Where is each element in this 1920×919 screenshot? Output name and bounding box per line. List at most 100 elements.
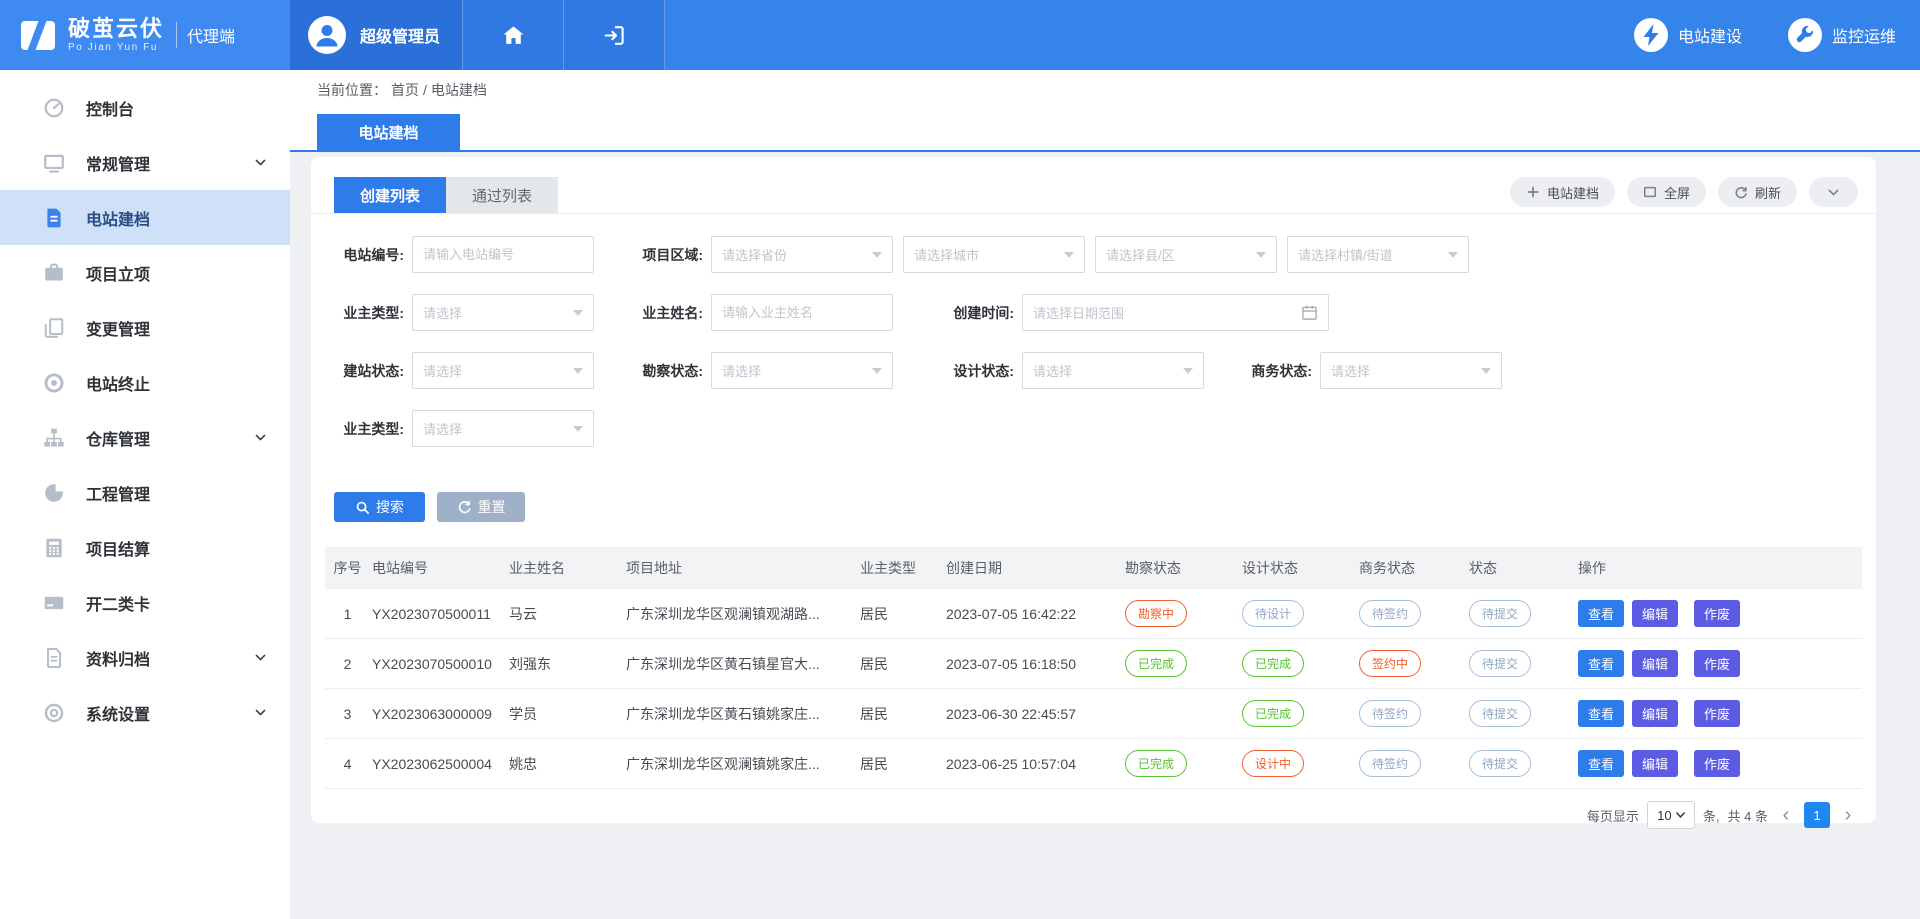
filter-business-status-select[interactable]: 请选择: [1320, 352, 1502, 389]
filter-town-select[interactable]: 请选择村镇/街道: [1287, 236, 1469, 273]
dropdown-arrow-icon: [1448, 252, 1458, 258]
filter-row: 业主类型:请选择: [338, 410, 1876, 447]
status-cell: 已完成: [1240, 700, 1357, 727]
filter-owner-name-input[interactable]: [711, 294, 893, 331]
filter-create-time-input[interactable]: 请选择日期范围: [1022, 294, 1329, 331]
void-button[interactable]: 作废: [1694, 700, 1740, 727]
filter-station-no-input[interactable]: [412, 236, 594, 273]
void-button[interactable]: 作废: [1694, 600, 1740, 627]
sidebar-item-station-archive[interactable]: 电站建档: [0, 190, 290, 245]
filter-group: 勘察状态:请选择: [637, 352, 893, 389]
edit-button[interactable]: 编辑: [1632, 650, 1678, 677]
filter-province-select[interactable]: 请选择省份: [711, 236, 893, 273]
table-cell: 2023-07-05 16:42:22: [944, 606, 1123, 622]
status-badge: 待设计: [1242, 600, 1304, 627]
sidebar-item-project-initiation[interactable]: 项目立项: [0, 245, 290, 300]
view-button[interactable]: 查看: [1578, 700, 1624, 727]
sidebar-item-change-management[interactable]: 变更管理: [0, 300, 290, 355]
filter-survey-status-select[interactable]: 请选择: [711, 352, 893, 389]
next-page-button[interactable]: ›: [1838, 802, 1858, 828]
status-badge: 勘察中: [1125, 600, 1187, 627]
refresh-icon: [1734, 185, 1748, 199]
fullscreen-button[interactable]: 全屏: [1627, 177, 1706, 207]
view-button[interactable]: 查看: [1578, 650, 1624, 677]
status-cell: 待设计: [1240, 600, 1357, 627]
user-menu[interactable]: 超级管理员: [290, 0, 462, 70]
sidebar-item-station-termination[interactable]: 电站终止: [0, 355, 290, 410]
filter-build-status-select[interactable]: 请选择: [412, 352, 594, 389]
sidebar-item-warehouse-management[interactable]: 仓库管理: [0, 410, 290, 465]
search-button[interactable]: 搜索: [334, 492, 425, 522]
filter-label: 建站状态:: [338, 361, 404, 381]
tab-passed-list[interactable]: 通过列表: [446, 177, 558, 213]
table-cell: 3: [325, 706, 370, 722]
monitor-icon: [42, 151, 66, 175]
page-number[interactable]: 1: [1804, 802, 1830, 828]
sidebar-item-project-settlement[interactable]: 项目结算: [0, 520, 290, 575]
sidebar-item-label: 资料归档: [86, 646, 254, 670]
per-page-label: 每页显示: [1587, 806, 1639, 825]
table-cell: 广东深圳龙华区黄石镇星官大...: [624, 654, 858, 674]
breadcrumb-home[interactable]: 首页: [391, 80, 419, 100]
status-badge: 已完成: [1125, 750, 1187, 777]
column-header: 电站编号: [370, 558, 507, 578]
collapse-button[interactable]: [1809, 177, 1858, 207]
filter-group: 业主姓名:: [637, 294, 893, 331]
status-badge: 待提交: [1469, 750, 1531, 777]
table-cell: 居民: [858, 704, 944, 724]
tab-create-list[interactable]: 创建列表: [334, 177, 446, 213]
table-row: 4YX2023062500004姚忠广东深圳龙华区观澜镇姚家庄...居民2023…: [325, 739, 1862, 789]
sidebar-item-engineering-management[interactable]: 工程管理: [0, 465, 290, 520]
card-icon: [42, 591, 66, 615]
reset-button[interactable]: 重置: [437, 492, 525, 522]
pie-icon: [42, 481, 66, 505]
filter-owner-type-select[interactable]: 请选择: [412, 294, 594, 331]
status-cell: 勘察中: [1123, 600, 1240, 627]
filter-design-status-select[interactable]: 请选择: [1022, 352, 1204, 389]
filter-city-select[interactable]: 请选择城市: [903, 236, 1085, 273]
sidebar-menu: 控制台常规管理电站建档项目立项变更管理电站终止仓库管理工程管理项目结算开二类卡资…: [0, 80, 290, 740]
status-badge: 已完成: [1242, 650, 1304, 677]
sidebar-item-label: 控制台: [86, 96, 268, 120]
view-button[interactable]: 查看: [1578, 750, 1624, 777]
filter-label: 业主类型:: [338, 303, 404, 323]
panel-head: 创建列表 通过列表 电站建档 全屏 刷新: [311, 157, 1876, 214]
void-button[interactable]: 作废: [1694, 650, 1740, 677]
sidebar-item-data-archive[interactable]: 资料归档: [0, 630, 290, 685]
stations-table: 序号电站编号业主姓名项目地址业主类型创建日期勘察状态设计状态商务状态状态操作1Y…: [325, 547, 1862, 789]
page-tab[interactable]: 电站建档: [317, 114, 460, 150]
status-badge: 待提交: [1469, 650, 1531, 677]
view-button[interactable]: 查看: [1578, 600, 1624, 627]
status-badge: 签约中: [1359, 650, 1421, 677]
void-button[interactable]: 作废: [1694, 750, 1740, 777]
status-badge: 待签约: [1359, 700, 1421, 727]
edit-button[interactable]: 编辑: [1632, 750, 1678, 777]
sidebar-item-console[interactable]: 控制台: [0, 80, 290, 135]
create-station-button[interactable]: 电站建档: [1510, 177, 1615, 207]
nav-monitoring-ops[interactable]: 监控运维: [1788, 0, 1896, 70]
sidebar-item-second-class-card[interactable]: 开二类卡: [0, 575, 290, 630]
table-cell: YX2023062500004: [370, 756, 507, 772]
edit-button[interactable]: 编辑: [1632, 700, 1678, 727]
sidebar-item-label: 电站建档: [86, 206, 268, 230]
refresh-button[interactable]: 刷新: [1718, 177, 1797, 207]
target-icon: [42, 371, 66, 395]
filter-row: 电站编号:项目区域:请选择省份请选择城市请选择县/区请选择村镇/街道: [338, 236, 1876, 273]
nav-station-construction[interactable]: 电站建设: [1634, 0, 1742, 70]
edit-button[interactable]: 编辑: [1632, 600, 1678, 627]
filter-owner-type-2-select[interactable]: 请选择: [412, 410, 594, 447]
sidebar-item-general-management[interactable]: 常规管理: [0, 135, 290, 190]
logout-button[interactable]: [563, 0, 665, 70]
filter-group: 设计状态:请选择: [948, 352, 1204, 389]
filter-district-select[interactable]: 请选择县/区: [1095, 236, 1277, 273]
table-cell: 居民: [858, 754, 944, 774]
filter-label: 电站编号:: [338, 245, 404, 265]
home-button[interactable]: [462, 0, 563, 70]
content: 当前位置： 首页 / 电站建档 电站建档 创建列表 通过列表 电站建档 全屏: [290, 70, 1920, 919]
per-page-select[interactable]: 10: [1647, 801, 1695, 829]
sidebar-item-system-settings[interactable]: 系统设置: [0, 685, 290, 740]
search-icon: [355, 500, 370, 515]
dropdown-arrow-icon: [1183, 368, 1193, 374]
table-cell: 2: [325, 656, 370, 672]
prev-page-button[interactable]: ‹: [1776, 802, 1796, 828]
